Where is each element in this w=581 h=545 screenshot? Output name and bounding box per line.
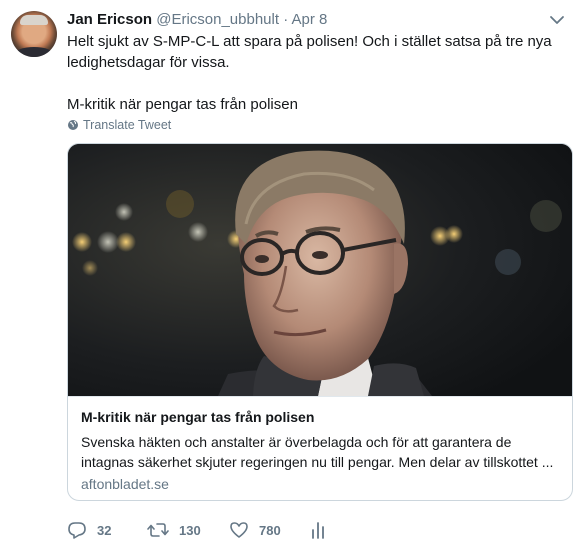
card-body[interactable]: M-kritik när pengar tas från polisen Sve… <box>68 396 572 500</box>
retweet-icon <box>147 523 169 537</box>
card-image[interactable] <box>68 144 572 396</box>
card-description: Svenska häkten och anstalter är överbela… <box>81 432 561 472</box>
retweet-button[interactable]: 130 <box>147 519 201 541</box>
tweet-header: Jan Ericson @Ericson_ubbhult · Apr 8 <box>67 11 327 29</box>
author-avatar[interactable] <box>11 11 57 57</box>
tweet-text-line: M-kritik när pengar tas från polisen <box>67 96 298 113</box>
tweet-text: Helt sjukt av S-MP-C-L att spara på poli… <box>67 31 567 115</box>
avatar-hair <box>20 15 48 25</box>
link-card[interactable]: M-kritik när pengar tas från polisen Sve… <box>67 143 573 501</box>
like-button[interactable]: 780 <box>229 519 281 541</box>
tweet-date[interactable]: Apr 8 <box>292 11 328 28</box>
card-domain[interactable]: aftonbladet.se <box>81 476 169 492</box>
author-handle[interactable]: @Ericson_ubbhult <box>156 11 279 28</box>
reply-icon <box>68 522 86 539</box>
retweet-count: 130 <box>179 522 201 538</box>
card-description-line: intagnas säkerhet skjuter regeringen nu … <box>81 454 554 470</box>
globe-icon <box>68 120 78 130</box>
like-count: 780 <box>259 522 281 538</box>
tweet-text-line: Helt sjukt av S-MP-C-L att spara på poli… <box>67 33 552 50</box>
analytics-icon <box>312 522 324 539</box>
tweet-options-button[interactable] <box>546 12 568 28</box>
chevron-down-icon <box>550 16 564 24</box>
analytics-button[interactable] <box>309 519 327 541</box>
card-description-line: Svenska häkten och anstalter är överbela… <box>81 434 512 450</box>
avatar-shirt <box>15 47 53 57</box>
reply-count: 32 <box>97 522 112 538</box>
card-title[interactable]: M-kritik när pengar tas från polisen <box>81 409 314 425</box>
reply-button[interactable]: 32 <box>67 519 111 541</box>
author-name[interactable]: Jan Ericson <box>67 11 152 28</box>
translate-tweet-label: Translate Tweet <box>83 118 172 132</box>
header-separator: · <box>283 11 289 28</box>
tweet-text-line: ledighetsdagar för vissa. <box>67 54 230 71</box>
translate-tweet-link[interactable]: Translate Tweet <box>67 117 171 133</box>
heart-icon <box>230 522 248 538</box>
card-photo-portrait <box>68 144 572 396</box>
tweet-actions: 32 130 780 <box>67 519 567 541</box>
